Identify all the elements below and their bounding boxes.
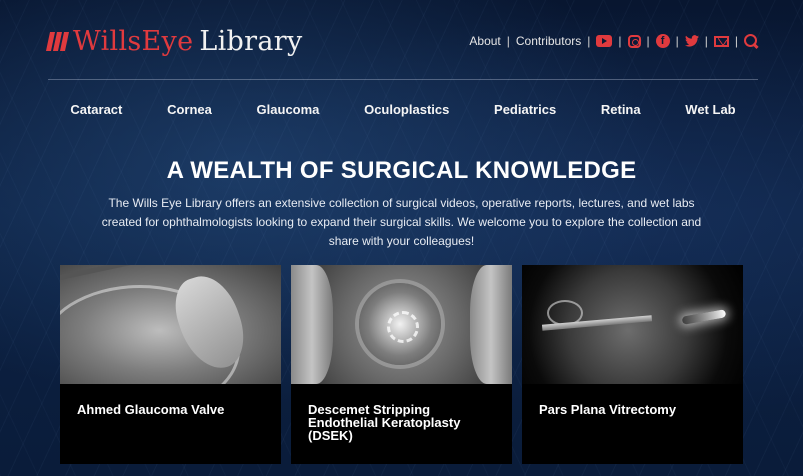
card-title[interactable]: Descemet Stripping Endothelial Keratopla…	[308, 403, 500, 442]
site-logo[interactable]: WillsEye Library	[45, 25, 303, 57]
email-icon[interactable]	[713, 35, 729, 47]
nav-separator: |	[734, 34, 738, 48]
facebook-icon[interactable]: f	[655, 34, 670, 48]
nav-item-cornea[interactable]: Cornea	[163, 102, 216, 117]
youtube-icon[interactable]	[596, 35, 613, 47]
nav-item-wet-lab[interactable]: Wet Lab	[681, 102, 739, 117]
card-dsek[interactable]: Descemet Stripping Endothelial Keratopla…	[291, 265, 512, 464]
logo-text-willseye: WillsEye	[73, 25, 194, 57]
logo-text-library: Library	[199, 25, 303, 57]
card-title[interactable]: Ahmed Glaucoma Valve	[77, 403, 269, 416]
card-ahmed-glaucoma-valve[interactable]: Ahmed Glaucoma Valve	[60, 265, 281, 464]
about-link[interactable]: About	[469, 34, 500, 48]
nav-separator: |	[506, 34, 510, 48]
card-image-surgery[interactable]	[291, 265, 512, 384]
card-pars-plana-vitrectomy[interactable]: Pars Plana Vitrectomy	[522, 265, 743, 464]
card-title[interactable]: Pars Plana Vitrectomy	[539, 403, 731, 416]
card-image-surgery[interactable]	[60, 265, 281, 384]
nav-item-retina[interactable]: Retina	[597, 102, 645, 117]
hero-headline: A WEALTH OF SURGICAL KNOWLEDGE	[166, 157, 637, 184]
nav-separator: |	[675, 34, 679, 48]
card-image-surgery[interactable]	[522, 265, 743, 384]
header-divider	[48, 79, 758, 80]
nav-item-pediatrics[interactable]: Pediatrics	[490, 102, 560, 117]
site-header: WillsEye Library About | Contributors | …	[45, 18, 758, 64]
nav-item-oculoplastics[interactable]: Oculoplastics	[360, 102, 453, 117]
instagram-icon[interactable]	[627, 34, 641, 48]
nav-separator: |	[618, 34, 622, 48]
nav-separator: |	[587, 34, 591, 48]
hero-intro: The Wills Eye Library offers an extensiv…	[101, 196, 702, 248]
contributors-link[interactable]: Contributors	[516, 34, 581, 48]
nav-separator: |	[646, 34, 650, 48]
category-nav: Cataract Cornea Glaucoma Oculoplastics P…	[48, 102, 758, 117]
search-icon[interactable]	[744, 34, 758, 48]
twitter-icon[interactable]	[684, 34, 699, 48]
nav-item-cataract[interactable]: Cataract	[66, 102, 126, 117]
logo-mark-icon	[45, 31, 70, 51]
top-nav: About | Contributors | | | f | | |	[469, 34, 758, 48]
nav-item-glaucoma[interactable]: Glaucoma	[253, 102, 324, 117]
nav-separator: |	[704, 34, 708, 48]
featured-cards: Ahmed Glaucoma Valve Descemet Stripping …	[60, 265, 743, 464]
